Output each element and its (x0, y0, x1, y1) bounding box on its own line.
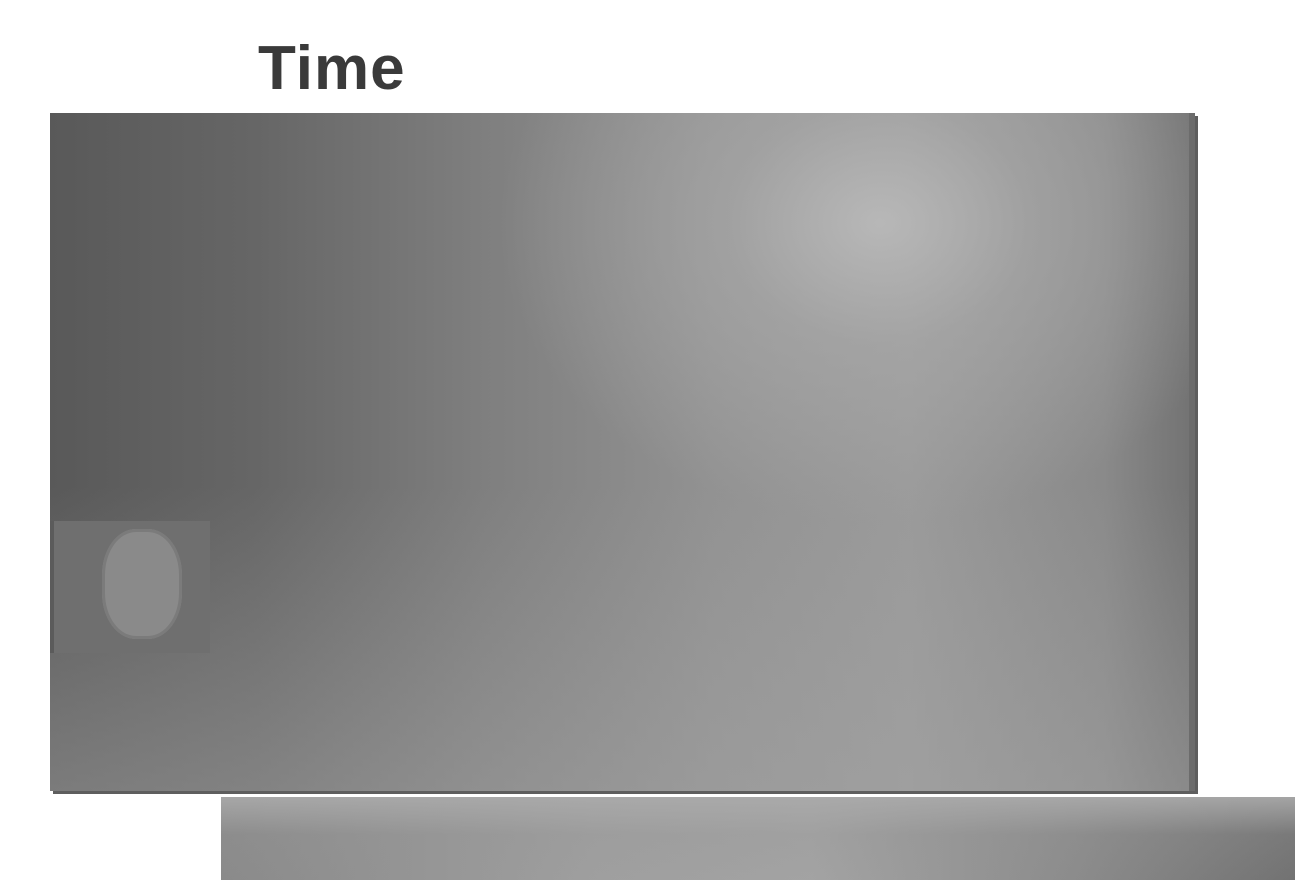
bottom-bar (221, 797, 1295, 880)
page-title: Time (258, 34, 406, 103)
time-digit-field[interactable]: 0 (50, 521, 210, 653)
time-digit-value: 0 (54, 521, 210, 653)
time-display-screen: 0 (50, 113, 1195, 791)
